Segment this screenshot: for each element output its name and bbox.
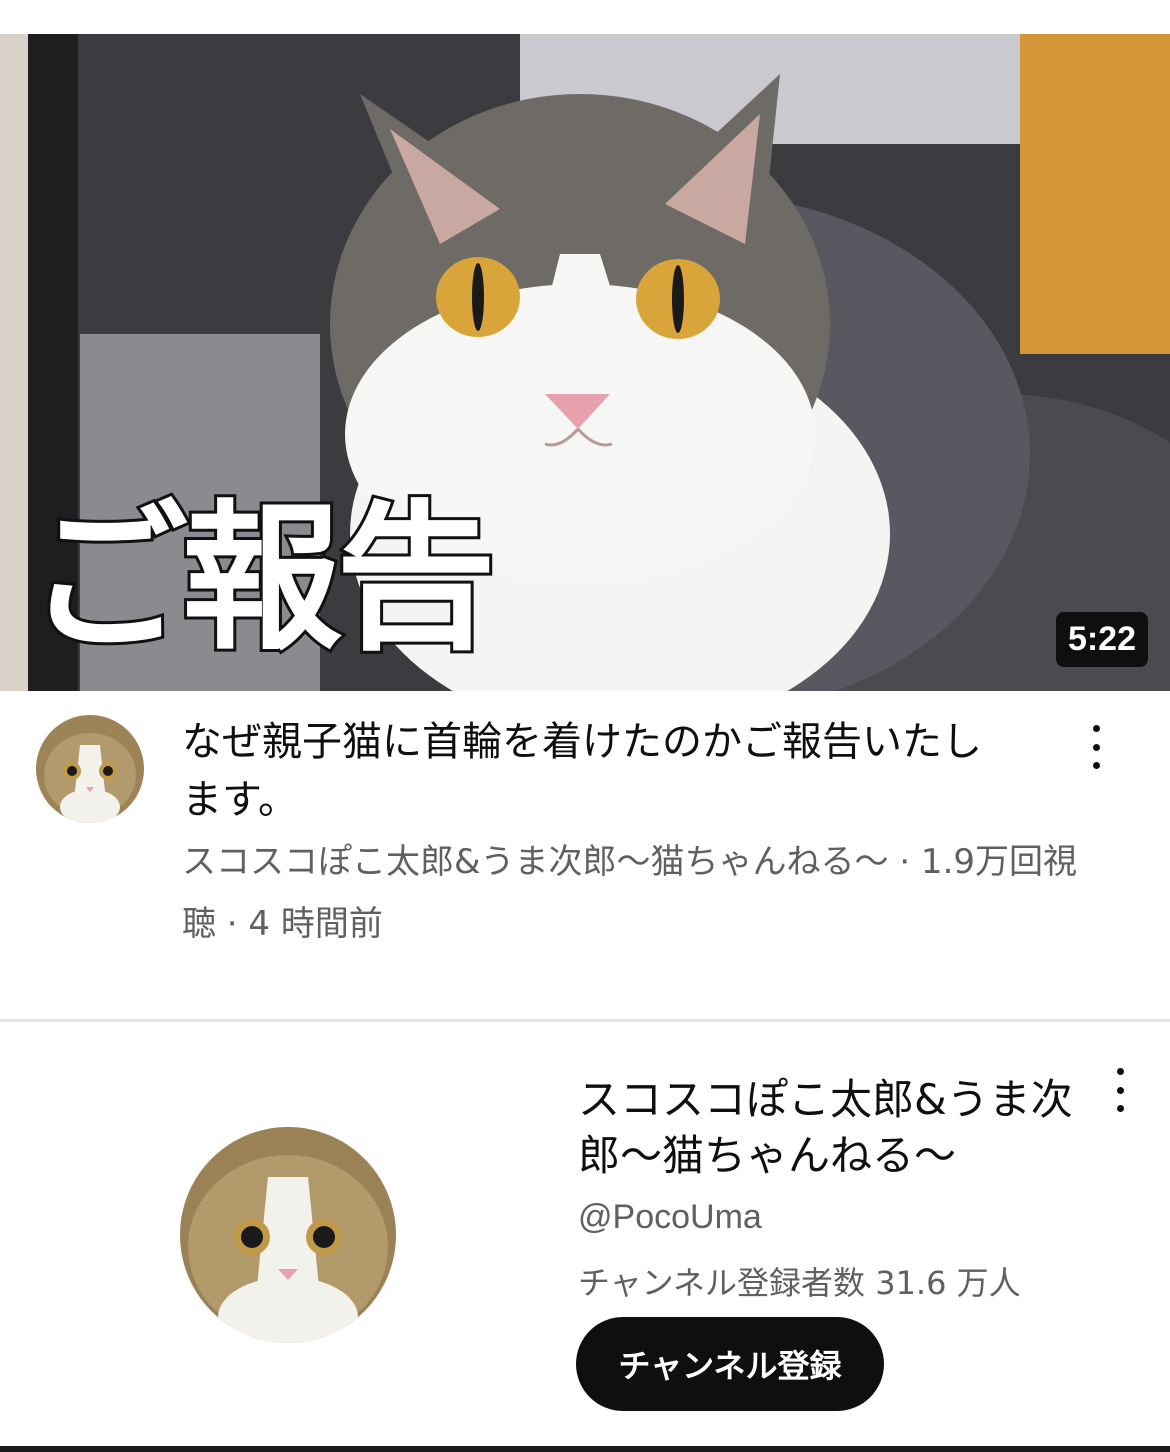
more-vert-icon — [1116, 1068, 1124, 1075]
subscribe-button[interactable]: チャンネル登録 — [576, 1317, 884, 1411]
channel-avatar[interactable] — [36, 715, 144, 823]
subscriber-count: チャンネル登録者数 31.6 万人 — [578, 1264, 1021, 1302]
thumbnail-overlay-text: ご報告 — [25, 482, 499, 675]
channel-card: スコスコぽこ太郎&うま次郎〜猫ちゃんねる〜 @PocoUma チャンネル登録者数… — [0, 1022, 1170, 1452]
cat-avatar-icon — [180, 1127, 396, 1343]
more-vert-icon — [1092, 762, 1100, 769]
channel-name[interactable]: スコスコぽこ太郎&うま次郎〜猫ちゃんねる〜 — [578, 1072, 1078, 1184]
more-vert-icon — [1116, 1086, 1124, 1094]
video-thumbnail[interactable]: ご報告 5:22 — [0, 34, 1170, 691]
video-more-menu-button[interactable] — [1084, 725, 1108, 769]
channel-handle: @PocoUma — [578, 1198, 762, 1236]
channel-avatar-large[interactable] — [180, 1127, 396, 1343]
duration-badge: 5:22 — [1055, 612, 1148, 667]
video-meta: なぜ親子猫に首輪を着けたのかご報告いたします。 スコスコぽこ太郎&うま次郎〜猫ち… — [0, 691, 1170, 1021]
next-item-edge — [0, 1446, 1170, 1452]
video-title[interactable]: なぜ親子猫に首輪を着けたのかご報告いたします。 — [182, 713, 1012, 829]
channel-more-menu-button[interactable] — [1108, 1068, 1132, 1112]
top-bar — [0, 0, 1170, 34]
more-vert-icon — [1116, 1105, 1124, 1112]
more-vert-icon — [1092, 743, 1100, 751]
video-channel-views-time: スコスコぽこ太郎&うま次郎〜猫ちゃんねる〜 · 1.9万回視聴 · 4 時間前 — [182, 842, 1078, 944]
cat-avatar-icon — [36, 715, 144, 823]
more-vert-icon — [1092, 725, 1100, 732]
